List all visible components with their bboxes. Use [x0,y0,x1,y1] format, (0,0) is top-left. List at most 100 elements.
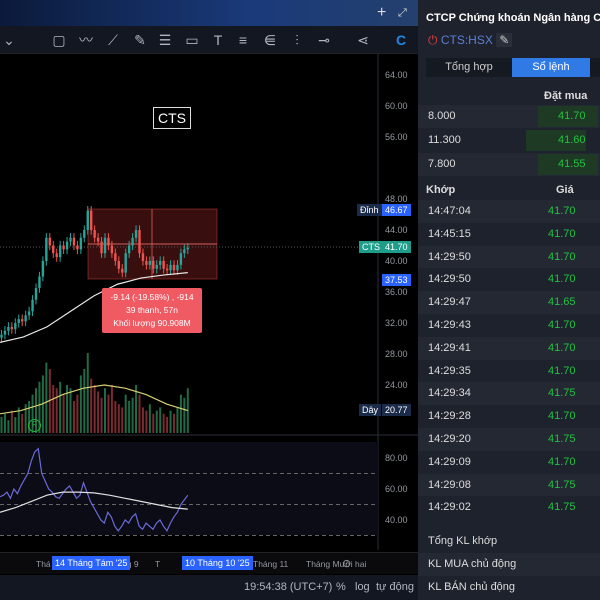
trade-row: 14:29:50 41.70 [418,245,600,269]
candle [169,264,172,271]
trendline-icon[interactable]: ⟋ [104,31,122,49]
candle [179,253,183,265]
bid-row[interactable]: 11.300 41.60 [418,129,600,152]
volume-bar [183,397,186,433]
osc-tick: 60.00 [385,484,408,494]
auto-toggle[interactable]: tự động [376,581,414,593]
comment-icon[interactable]: ▭ [183,31,201,49]
trade-time: 14:29:43 [428,319,471,331]
volume-bar [0,417,3,433]
trade-price: 41.75 [548,433,576,445]
trade-time: 14:45:15 [428,227,471,240]
edit-icon[interactable]: ✎ [496,33,513,47]
path-icon[interactable]: 〰 [77,31,95,49]
trade-price: 41.70 [548,410,576,423]
candle [27,311,31,316]
summary-row: KL MUA chủ động [418,553,600,576]
volume-bar [10,410,13,433]
candle [165,268,169,271]
trade-row: 14:47:04 41.70 [418,200,600,223]
candle [79,237,83,250]
price-tick: 28.00 [385,349,408,359]
price-header: Giá [556,184,574,196]
osc-tick: 80.00 [385,453,408,463]
candle [148,261,152,265]
text-icon[interactable]: T [209,31,227,49]
trade-time: 14:29:28 [428,410,471,423]
volume-bar [107,394,110,433]
volume-bar [117,404,120,433]
trade-price: 41.70 [548,273,576,286]
clock: 19:54:38 (UTC+7) [244,581,333,593]
candle [65,241,69,250]
trade-row: 14:29:47 41.65 [418,291,600,315]
event-flag-icon[interactable]: F [28,419,41,432]
trade-time: 14:47:04 [428,205,471,217]
time-axis[interactable]: Thá ng 9 T Tháng 11 Tháng Mười hai 14 Th… [0,552,418,574]
candle [72,237,76,246]
trade-row: 14:29:08 41.75 [418,473,600,497]
bid-row[interactable]: 8.000 41.70 [418,105,600,128]
summary-row: KL BÁN chủ động [418,576,600,599]
volume-bar [86,353,89,433]
candle [134,230,138,238]
add-icon[interactable]: + [377,4,386,22]
measure-tooltip: -9.14 (-19.58%) , -914 39 thanh, 57n Khố… [102,288,202,333]
candle [62,245,65,250]
volume-bar [59,381,62,433]
horizontal-line-icon[interactable]: ⊸ [315,31,333,49]
price-tick: 36.00 [385,287,408,297]
volume-bar [52,385,55,433]
price-tick: 44.00 [385,225,408,235]
price-chart[interactable]: CTS -9.14 (-19.58%) , -914 39 thanh, 57n… [0,54,418,550]
volume-bar [121,407,124,433]
fib-icon[interactable]: ☰ [156,31,174,49]
expand-icon[interactable]: ⤢ [398,7,407,20]
chart-canvas[interactable] [0,54,418,550]
share-icon[interactable]: ⋖ [354,31,372,49]
candle [48,237,51,246]
buy-volume-label: KL MUA chủ động [428,558,517,570]
volume-bar [138,394,141,433]
tab-orderbook[interactable]: Sổ lệnh [512,58,590,77]
bid-volume: 8.000 [428,110,456,122]
symbol-link[interactable]: CTS:HSX [441,33,493,47]
candle [52,245,55,254]
candle [38,276,41,289]
candle [55,253,58,258]
bid-price: 41.55 [558,158,586,170]
volume-bar [166,417,169,433]
power-icon: ⏻ [428,33,438,47]
trade-price: 41.70 [548,455,576,468]
chevron-down-icon[interactable]: ⌄ [0,31,18,49]
osc-tick: 40.00 [385,515,408,525]
drawing-toolbar: ⌄ ▢ 〰 ⟋ ✎ ☰ ▭ T ≡ ⋹ ⫶ ⊸ ⋖ C [0,26,418,54]
trade-row: 14:29:28 41.70 [418,405,600,429]
candle [69,237,72,242]
trade-time: 14:29:41 [428,341,471,354]
trade-time: 14:29:50 [428,250,471,263]
trade-time: 14:29:35 [428,364,471,377]
volume-bar [62,394,65,433]
trade-price: 41.70 [548,341,576,354]
candle [114,253,117,261]
volume-bar [179,394,182,433]
lines-icon[interactable]: ≡ [234,31,252,49]
settings-icon[interactable]: ⊙ [342,557,351,570]
candle [176,264,179,271]
brush-icon[interactable]: ✎ [131,31,149,49]
trade-time: 14:29:34 [428,387,471,400]
volume-bar [128,401,131,433]
pitchfork-icon[interactable]: ⋹ [261,31,279,49]
candle [14,323,17,330]
rectangle-icon[interactable]: ▢ [50,31,68,49]
bid-row[interactable]: 7.800 41.55 [418,153,600,176]
logo-icon[interactable]: C [392,31,410,49]
total-volume-label: Tổng KL khớp [428,535,498,547]
tab-overview[interactable]: Tổng hợp [426,58,512,77]
percent-toggle[interactable]: % [336,581,346,593]
bid-volume: 7.800 [428,158,456,170]
candle [152,261,155,269]
vertical-line-icon[interactable]: ⫶ [288,31,306,49]
log-toggle[interactable]: log [355,581,370,593]
